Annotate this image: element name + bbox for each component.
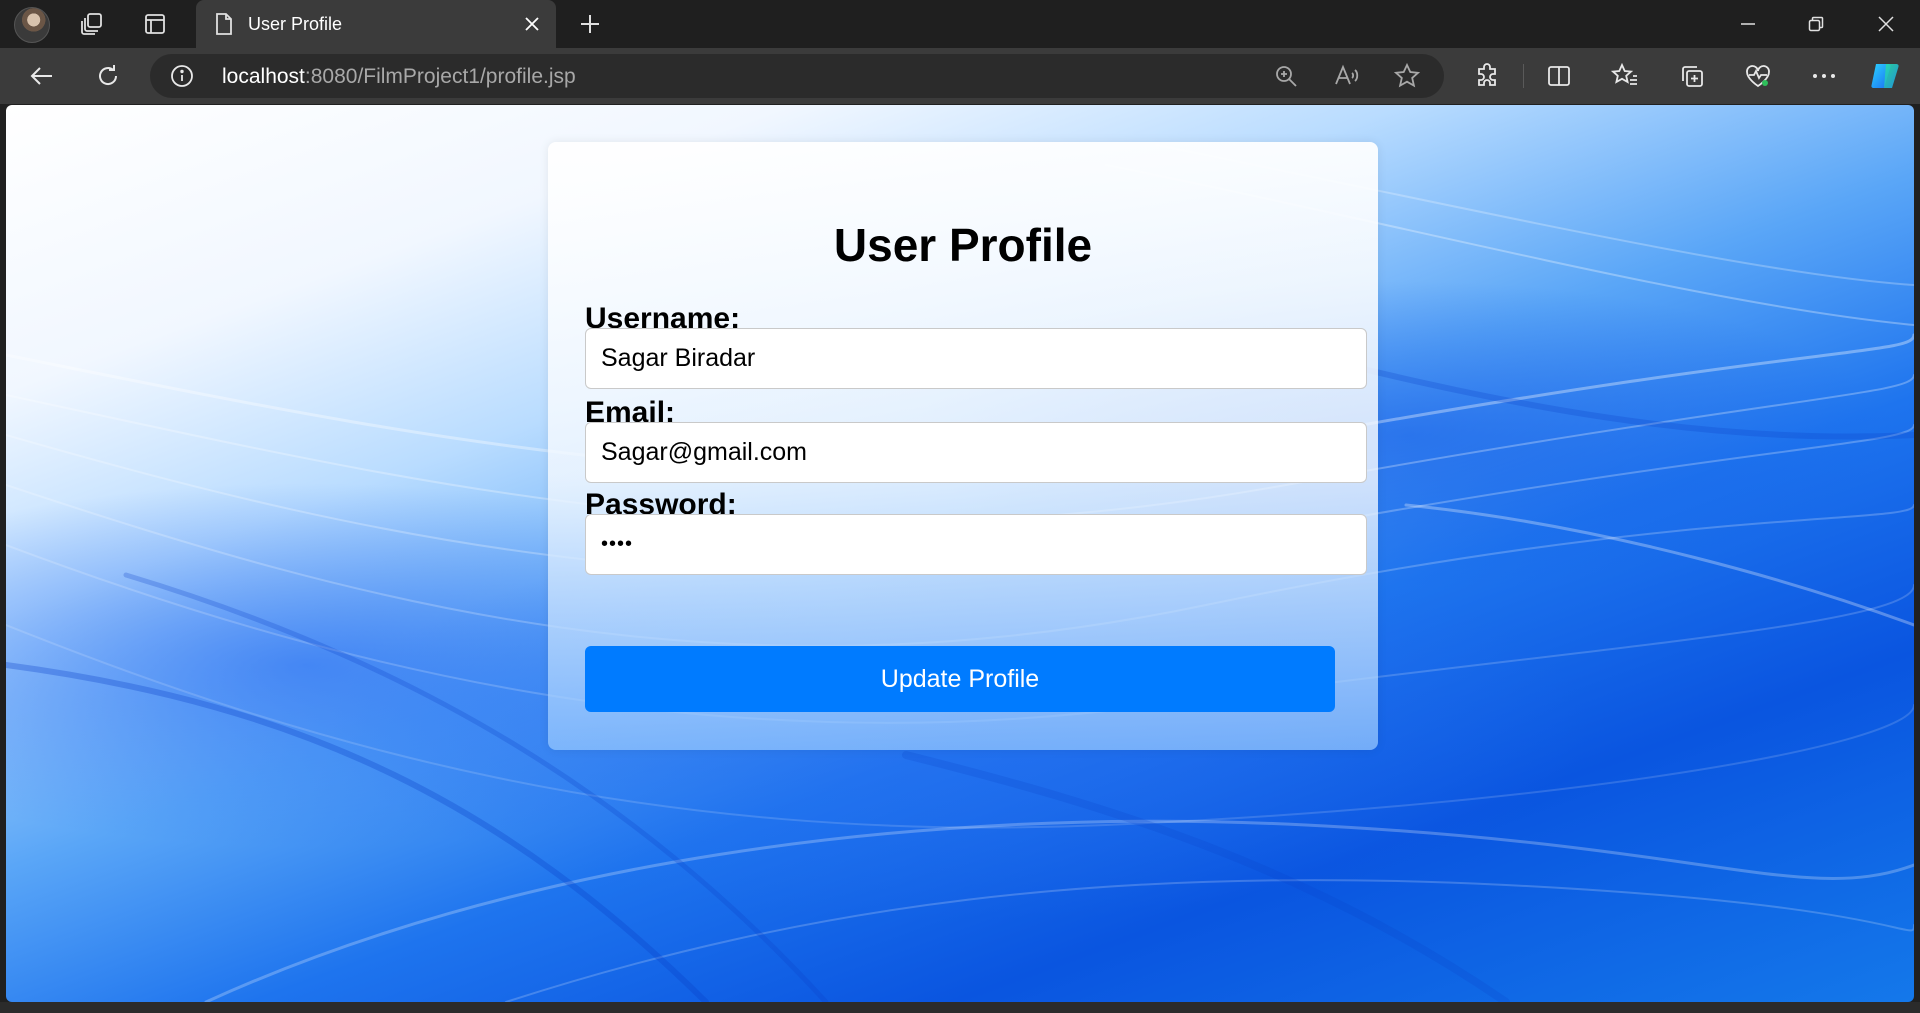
page-icon xyxy=(216,13,232,35)
page-viewport: User Profile Username: Email: Password: … xyxy=(6,105,1914,1002)
toolbar-divider xyxy=(1523,64,1524,88)
split-screen-icon[interactable] xyxy=(1541,58,1577,94)
read-aloud-icon[interactable] xyxy=(1333,62,1361,90)
info-icon[interactable] xyxy=(170,64,194,88)
copilot-icon[interactable] xyxy=(1867,58,1903,94)
profile-avatar[interactable] xyxy=(14,7,50,43)
back-icon[interactable] xyxy=(24,58,60,94)
tab-strip: User Profile xyxy=(0,0,1920,48)
close-window-icon[interactable] xyxy=(1852,0,1920,48)
restore-icon[interactable] xyxy=(1782,0,1850,48)
profile-card: User Profile Username: Email: Password: … xyxy=(548,142,1378,750)
browser-essentials-icon[interactable] xyxy=(1740,58,1776,94)
tab-actions-icon[interactable] xyxy=(137,6,173,42)
extensions-icon[interactable] xyxy=(1469,58,1505,94)
plus-icon[interactable] xyxy=(572,6,608,42)
username-field[interactable] xyxy=(585,328,1367,389)
update-profile-button[interactable]: Update Profile xyxy=(585,646,1335,712)
page-title: User Profile xyxy=(833,219,1093,271)
workspaces-icon[interactable] xyxy=(74,6,110,42)
url-text[interactable]: localhost:8080/FilmProject1/profile.jsp xyxy=(222,65,576,89)
more-icon[interactable] xyxy=(1806,58,1842,94)
address-bar[interactable]: localhost:8080/FilmProject1/profile.jsp xyxy=(150,54,1444,98)
browser-toolbar: localhost:8080/FilmProject1/profile.jsp xyxy=(0,48,1920,104)
url-host: localhost xyxy=(222,65,305,88)
collections-icon[interactable] xyxy=(1674,58,1710,94)
password-field[interactable] xyxy=(585,514,1367,575)
favorite-star-icon[interactable] xyxy=(1393,62,1421,90)
minimize-icon[interactable] xyxy=(1714,0,1782,48)
tab-title: User Profile xyxy=(248,13,343,34)
email-field[interactable] xyxy=(585,422,1367,483)
favorites-icon[interactable] xyxy=(1607,58,1643,94)
url-path: :8080/FilmProject1/profile.jsp xyxy=(304,65,576,88)
window-bottom-edge xyxy=(0,1002,1920,1013)
tab-user-profile[interactable]: User Profile xyxy=(196,0,556,48)
zoom-icon[interactable] xyxy=(1272,62,1300,90)
close-icon[interactable] xyxy=(520,12,544,36)
refresh-icon[interactable] xyxy=(90,58,126,94)
